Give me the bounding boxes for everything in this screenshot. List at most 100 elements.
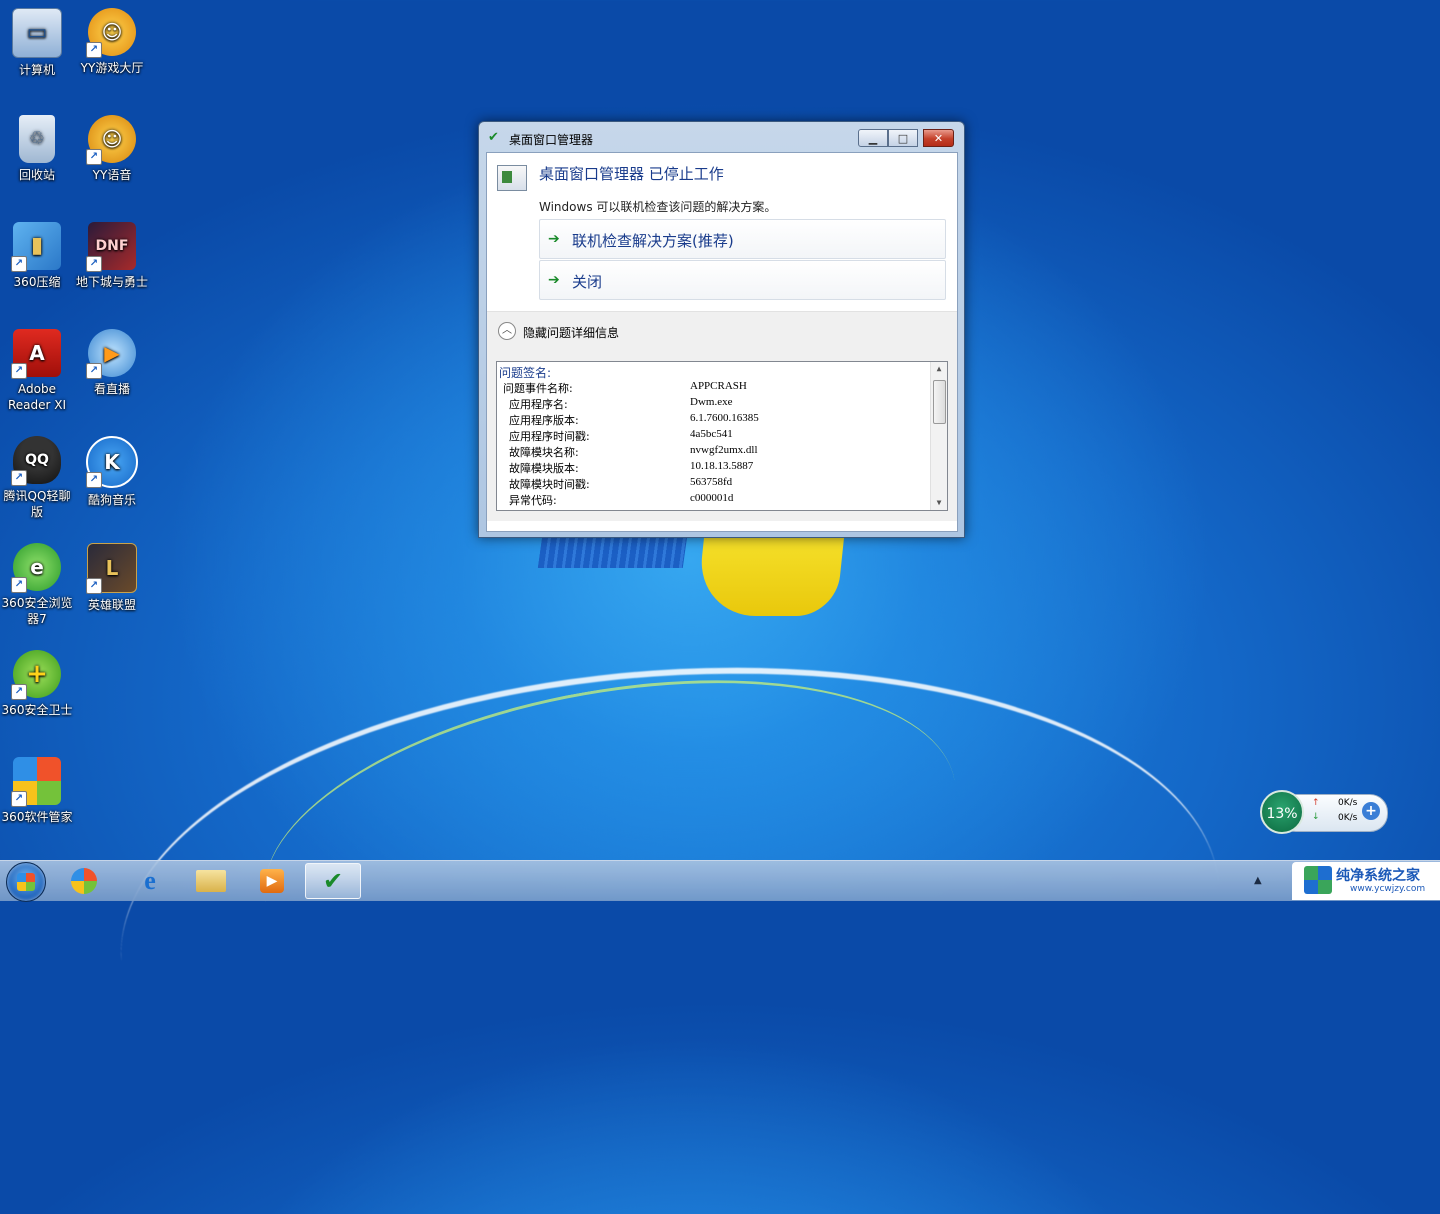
flag-blue-pane	[537, 536, 688, 568]
desktop-icon-360-browser[interactable]: e ↗ 360安全浏览器7	[0, 537, 74, 627]
taskbar-dwm-active[interactable]: ✔	[305, 863, 361, 899]
start-button[interactable]	[6, 862, 46, 902]
detail-key: 异常代码:	[509, 494, 557, 507]
shortcut-arrow-icon: ↗	[86, 149, 102, 165]
scroll-thumb[interactable]	[933, 380, 946, 424]
maximize-button[interactable]: □	[888, 129, 918, 147]
detail-row: 应用程序时间戳: 4a5bc541	[497, 428, 927, 444]
detail-row: 应用程序名: Dwm.exe	[497, 396, 927, 412]
detail-value: 4a5bc541	[690, 428, 733, 440]
check-online-solution-button[interactable]: ➔ 联机检查解决方案(推荐)	[539, 219, 946, 259]
shortcut-arrow-icon: ↗	[11, 577, 27, 593]
taskbar: e ▶ ✔ ▲	[0, 860, 1440, 902]
taskbar-file-explorer[interactable]	[183, 863, 239, 899]
desktop-icon-lol[interactable]: L ↗ 英雄联盟	[75, 537, 149, 613]
shortcut-arrow-icon: ↗	[11, 363, 27, 379]
desktop-icon-computer[interactable]: ▭ 计算机	[0, 2, 74, 78]
detail-value: nvwgf2umx.dll	[690, 444, 758, 456]
dwm-app-icon: ✔	[322, 867, 344, 895]
green-arrow-icon: ➔	[548, 272, 560, 288]
detail-key: 问题事件名称:	[503, 382, 573, 395]
green-arrow-icon: ➔	[548, 231, 560, 247]
scroll-up-icon[interactable]: ▲	[931, 362, 947, 376]
dwm-app-icon: ✔	[488, 130, 499, 145]
memory-usage-ball[interactable]: 13%	[1260, 790, 1304, 834]
recycle-bin-icon: ♲	[19, 115, 55, 163]
detail-row: 异常代码: c000001d	[497, 492, 927, 508]
command-label: 关闭	[572, 273, 603, 291]
detail-row: 故障模块时间戳: 563758fd	[497, 476, 927, 492]
dnf-icon: DNF ↗	[86, 222, 136, 272]
problem-details-textbox[interactable]: 问题签名: 问题事件名称: APPCRASH 应用程序名: Dwm.exe 应用…	[496, 361, 948, 511]
detail-value: Dwm.exe	[690, 396, 733, 408]
scroll-down-icon[interactable]: ▼	[931, 496, 947, 510]
desktop-icon-360-archive[interactable]: ▮ ↗ 360压缩	[0, 216, 74, 290]
security-360-icon: + ↗	[11, 650, 61, 700]
details-toggle-label: 隐藏问题详细信息	[523, 326, 620, 340]
detail-row: 故障模块名称: nvwgf2umx.dll	[497, 444, 927, 460]
desktop-icon-recycle-bin[interactable]: ♲ 回收站	[0, 109, 74, 183]
watermark-logo-icon	[1304, 866, 1332, 894]
details-scrollbar[interactable]: ▲ ▼	[930, 362, 947, 510]
detail-value: 563758fd	[690, 476, 733, 488]
shortcut-arrow-icon: ↗	[86, 256, 102, 272]
watermark-title: 纯净系统之家	[1336, 868, 1420, 884]
detail-key: 应用程序时间戳:	[509, 430, 590, 443]
show-hidden-icons-button[interactable]: ▲	[1254, 875, 1262, 886]
detail-value: 10.18.13.5887	[690, 460, 754, 472]
detail-key: 故障模块名称:	[509, 446, 579, 459]
desktop-icon-label: 腾讯QQ轻聊版	[3, 489, 71, 519]
minimize-icon: ▁	[868, 132, 878, 145]
detail-value: APPCRASH	[690, 380, 747, 392]
windows-flag-wallpaper	[537, 536, 850, 616]
archive-icon: ▮ ↗	[11, 222, 61, 272]
close-button[interactable]: ✕	[923, 129, 954, 147]
taskbar-media-player[interactable]: ▶	[244, 863, 300, 899]
desktop-icon-yy-game[interactable]: ☺ ↗ YY游戏大厅	[75, 2, 149, 76]
shortcut-arrow-icon: ↗	[11, 470, 27, 486]
dialog-heading: 桌面窗口管理器 已停止工作	[539, 165, 724, 183]
app-window-icon	[497, 165, 527, 191]
taskbar-internet-explorer[interactable]: e	[122, 863, 178, 899]
desktop-icon-adobe-reader[interactable]: A ↗ Adobe Reader XI	[0, 323, 74, 413]
media-player-icon: ▶	[260, 869, 284, 893]
dialog-titlebar[interactable]: ✔ 桌面窗口管理器 ▁ □ ✕	[479, 122, 964, 152]
shortcut-arrow-icon: ↗	[11, 791, 27, 807]
qq-icon: QQ ↗	[11, 436, 61, 486]
details-toggle-bar[interactable]: ︿ 隐藏问题详细信息	[487, 311, 957, 352]
shortcut-arrow-icon: ↗	[11, 256, 27, 272]
desktop-icon-label: 360安全浏览器7	[1, 596, 73, 626]
taskbar-software-manager[interactable]	[56, 863, 112, 899]
plus-icon[interactable]: +	[1362, 802, 1380, 820]
detail-key: 故障模块版本:	[509, 462, 579, 475]
desktop-icon-yy-voice[interactable]: ☺ ↗ YY语音	[75, 109, 149, 183]
desktop-icon-kugou[interactable]: K ↗ 酷狗音乐	[75, 430, 149, 508]
chevron-up-icon[interactable]: ︿	[498, 322, 516, 340]
lol-icon: L ↗	[86, 543, 137, 594]
dialog-description: Windows 可以联机检查该问题的解决方案。	[539, 200, 777, 214]
detail-value: 6.1.7600.16385	[690, 412, 759, 424]
minimize-button[interactable]: ▁	[858, 129, 888, 147]
desktop-icon-label: 看直播	[93, 382, 130, 396]
adobe-reader-icon: A ↗	[11, 329, 61, 379]
network-speed-widget[interactable]: 13% ↑ ↓ 0K/s 0K/s +	[1260, 790, 1388, 834]
desktop-icon-label: 360安全卫士	[1, 703, 73, 717]
desktop-icon-label: 酷狗音乐	[87, 493, 136, 507]
detail-key: 故障模块时间戳:	[509, 478, 590, 491]
shortcut-arrow-icon: ↗	[86, 363, 102, 379]
close-program-button[interactable]: ➔ 关闭	[539, 260, 946, 300]
desktop-icon-label: 360软件管家	[1, 810, 73, 824]
desktop-icon-label: 360压缩	[13, 275, 61, 289]
shortcut-arrow-icon: ↗	[86, 472, 102, 488]
shortcut-arrow-icon: ↗	[86, 578, 102, 594]
desktop-icon-360-security[interactable]: + ↗ 360安全卫士	[0, 644, 74, 718]
desktop-icon-dnf[interactable]: DNF ↗ 地下城与勇士	[75, 216, 149, 290]
desktop-icon-qq[interactable]: QQ ↗ 腾讯QQ轻聊版	[0, 430, 74, 520]
desktop-icon-live-stream[interactable]: ▶ ↗ 看直播	[75, 323, 149, 397]
detail-value: c000001d	[690, 492, 734, 504]
internet-explorer-icon: e	[144, 866, 156, 895]
desktop-icon-360-software-manager[interactable]: ↗ 360软件管家	[0, 751, 74, 825]
close-icon: ✕	[933, 132, 944, 145]
desktop-icon-label: 英雄联盟	[87, 598, 136, 612]
command-label: 联机检查解决方案(推荐)	[572, 232, 734, 250]
